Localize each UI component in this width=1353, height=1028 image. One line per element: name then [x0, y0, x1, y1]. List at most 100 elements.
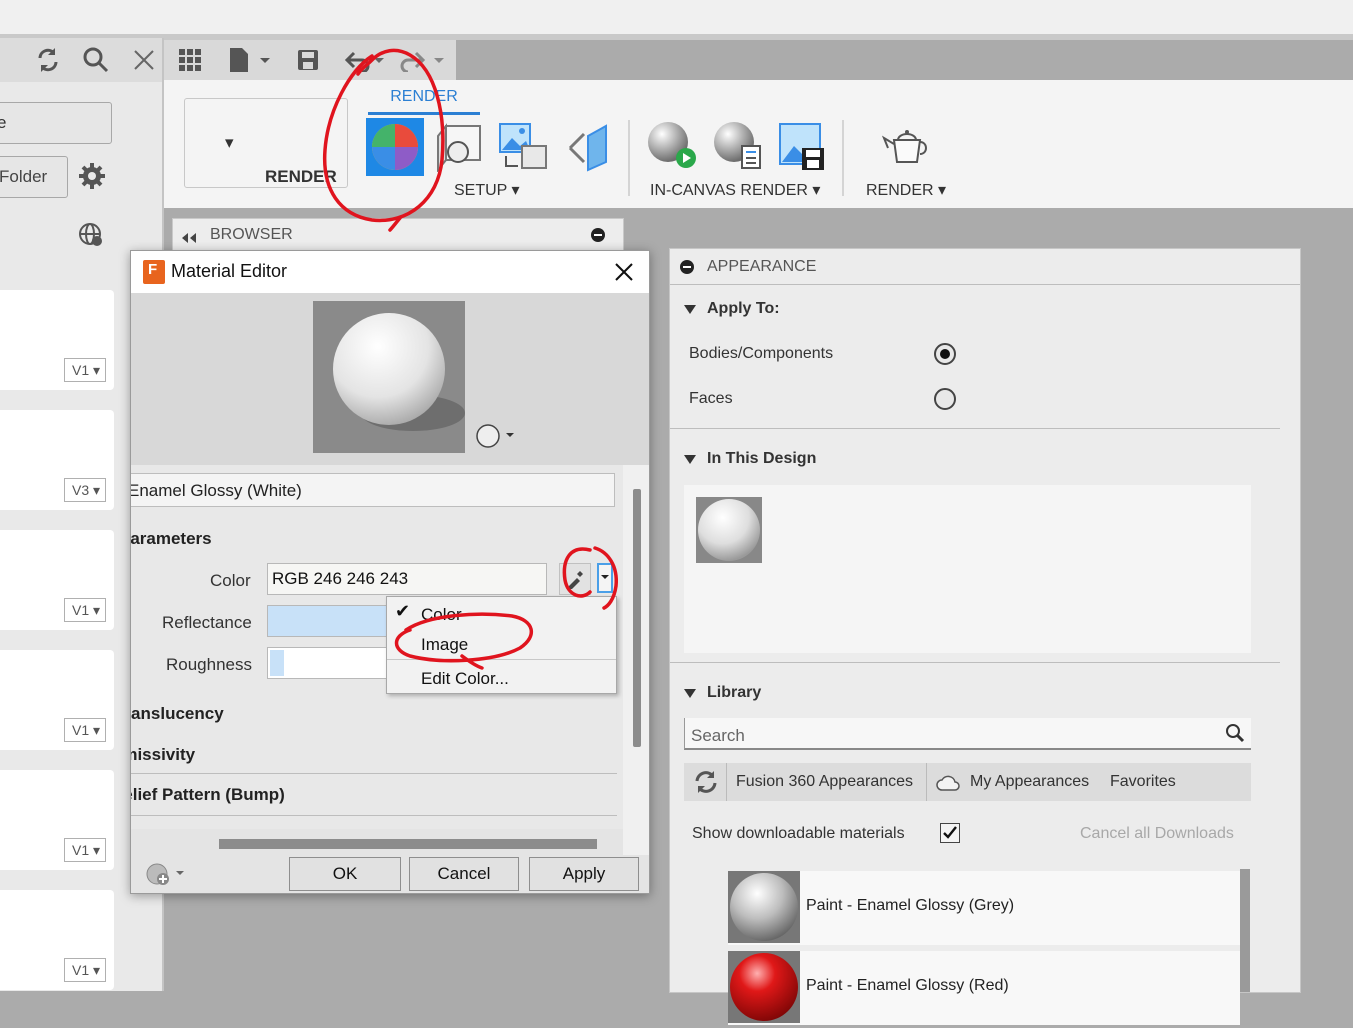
- color-source-dropdown[interactable]: [597, 563, 613, 593]
- design-card[interactable]: V1 ▾: [0, 650, 114, 750]
- capture-image-icon[interactable]: [778, 122, 826, 172]
- render-menu[interactable]: RENDER ▾: [866, 180, 946, 200]
- version-label: V1: [72, 602, 90, 618]
- in-canvas-render-label: IN-CANVAS RENDER: [650, 182, 808, 199]
- library-item[interactable]: Paint - Enamel Glossy (Grey): [728, 871, 1240, 945]
- library-item[interactable]: Paint - Enamel Glossy (Red): [728, 951, 1240, 1025]
- emissivity-heading[interactable]: Emissivity: [131, 745, 195, 765]
- reflectance-label: Reflectance: [162, 613, 252, 632]
- version-badge[interactable]: V1 ▾: [64, 958, 106, 982]
- library-scrollbar[interactable]: [1240, 869, 1250, 992]
- translucency-heading[interactable]: Translucency: [131, 704, 224, 724]
- properties-scrollbar[interactable]: [633, 489, 641, 747]
- version-badge[interactable]: V3 ▾: [64, 478, 106, 502]
- divider: [726, 763, 727, 801]
- refresh-icon[interactable]: [692, 769, 720, 795]
- roughness-slider[interactable]: [267, 647, 387, 679]
- library-heading: Library: [707, 684, 762, 701]
- refresh-icon[interactable]: [32, 44, 64, 76]
- menu-item-image[interactable]: Image: [421, 635, 468, 655]
- active-tab-indicator: [368, 112, 480, 115]
- ribbon-separator: [842, 120, 844, 196]
- design-card[interactable]: V3 ▾: [0, 410, 114, 510]
- color-value-field[interactable]: RGB 246 246 243: [267, 563, 547, 595]
- teapot-render-icon[interactable]: [881, 126, 932, 166]
- design-card[interactable]: V1 ▾: [0, 530, 114, 630]
- minimize-icon[interactable]: [591, 228, 605, 242]
- version-badge[interactable]: V1 ▾: [64, 838, 106, 862]
- undo-icon[interactable]: [344, 48, 386, 74]
- preview-shape-icon[interactable]: [475, 423, 517, 449]
- save-icon[interactable]: [296, 48, 320, 72]
- library-search-input[interactable]: Search: [684, 718, 1251, 750]
- preview-area: [131, 293, 649, 465]
- add-material-icon[interactable]: [145, 861, 187, 887]
- design-appearance-thumb[interactable]: [696, 497, 762, 563]
- design-card[interactable]: V1 ▾: [0, 890, 114, 990]
- library-tabs: Fusion 360 Appearances My Appearances Fa…: [684, 763, 1251, 801]
- version-badge[interactable]: V1 ▾: [64, 598, 106, 622]
- color-picker-icon[interactable]: [559, 563, 591, 595]
- divider: [926, 763, 927, 801]
- show-downloadable-checkbox[interactable]: [940, 823, 960, 843]
- dialog-titlebar[interactable]: F Material Editor: [131, 251, 649, 293]
- collapse-left-icon[interactable]: [181, 230, 197, 243]
- minimize-icon[interactable]: [680, 260, 694, 274]
- appearance-tool-icon[interactable]: [366, 118, 424, 176]
- file-menu-icon[interactable]: [228, 46, 270, 74]
- version-badge[interactable]: V1 ▾: [64, 718, 106, 742]
- cancel-button[interactable]: Cancel: [409, 857, 519, 891]
- show-downloadable-label: Show downloadable materials: [692, 825, 905, 842]
- roughness-fill: [270, 650, 284, 676]
- relief-pattern-heading[interactable]: Relief Pattern (Bump): [131, 785, 285, 805]
- material-name-field[interactable]: Enamel Glossy (White): [131, 473, 615, 507]
- tab-my-appearances[interactable]: My Appearances: [970, 773, 1089, 791]
- close-icon[interactable]: [128, 44, 160, 76]
- horizontal-scrollbar[interactable]: [219, 839, 597, 849]
- menu-item-color[interactable]: Color: [421, 605, 462, 625]
- version-label: V1: [72, 362, 90, 378]
- project-select-label: e: [0, 113, 7, 132]
- collapse-triangle-icon[interactable]: [684, 455, 696, 464]
- browser-panel-header[interactable]: BROWSER: [172, 218, 624, 252]
- design-card[interactable]: V1 ▾: [0, 770, 114, 870]
- version-badge[interactable]: V1 ▾: [64, 358, 106, 382]
- in-canvas-render-menu[interactable]: IN-CANVAS RENDER ▾: [650, 180, 820, 200]
- gear-icon[interactable]: [78, 162, 106, 190]
- project-select[interactable]: e: [0, 102, 112, 144]
- in-canvas-settings-icon[interactable]: [712, 120, 764, 172]
- tab-render[interactable]: RENDER: [368, 88, 480, 106]
- collapse-triangle-icon[interactable]: [684, 689, 696, 698]
- design-card[interactable]: V1 ▾: [0, 290, 114, 390]
- bodies-label: Bodies/Components: [689, 345, 834, 362]
- faces-radio[interactable]: [934, 388, 956, 410]
- menu-item-edit-color[interactable]: Edit Color...: [421, 669, 509, 689]
- tab-favorites[interactable]: Favorites: [1110, 773, 1176, 791]
- scene-settings-icon[interactable]: [436, 122, 484, 173]
- grid-icon[interactable]: [178, 48, 202, 72]
- globe-settings-icon[interactable]: [78, 222, 104, 248]
- version-label: V1: [72, 722, 90, 738]
- close-icon[interactable]: [613, 261, 635, 283]
- reflectance-slider[interactable]: [267, 605, 387, 637]
- ok-button[interactable]: OK: [289, 857, 401, 891]
- texture-map-icon[interactable]: [498, 122, 550, 172]
- collapse-triangle-icon[interactable]: [684, 305, 696, 314]
- appearance-panel: APPEARANCE Apply To: Bodies/Components F…: [669, 248, 1301, 1025]
- workspace-switcher[interactable]: RENDER ▾: [184, 98, 348, 188]
- color-value: RGB 246 246 243: [272, 569, 409, 588]
- tab-fusion-appearances[interactable]: Fusion 360 Appearances: [736, 773, 913, 791]
- redo-icon[interactable]: [400, 48, 446, 74]
- divider: [131, 773, 617, 774]
- search-icon[interactable]: [80, 44, 112, 76]
- setup-menu[interactable]: SETUP ▾: [454, 180, 520, 200]
- search-icon[interactable]: [1225, 723, 1245, 743]
- decal-icon[interactable]: [566, 124, 610, 172]
- parameters-heading[interactable]: Parameters: [131, 529, 212, 549]
- workspace-label: RENDER: [265, 167, 337, 186]
- in-canvas-render-icon[interactable]: [646, 120, 698, 172]
- apply-button[interactable]: Apply: [529, 857, 639, 891]
- bodies-radio[interactable]: [934, 343, 956, 365]
- new-folder-button[interactable]: Folder: [0, 156, 68, 198]
- cancel-downloads-link[interactable]: Cancel all Downloads: [1080, 825, 1234, 843]
